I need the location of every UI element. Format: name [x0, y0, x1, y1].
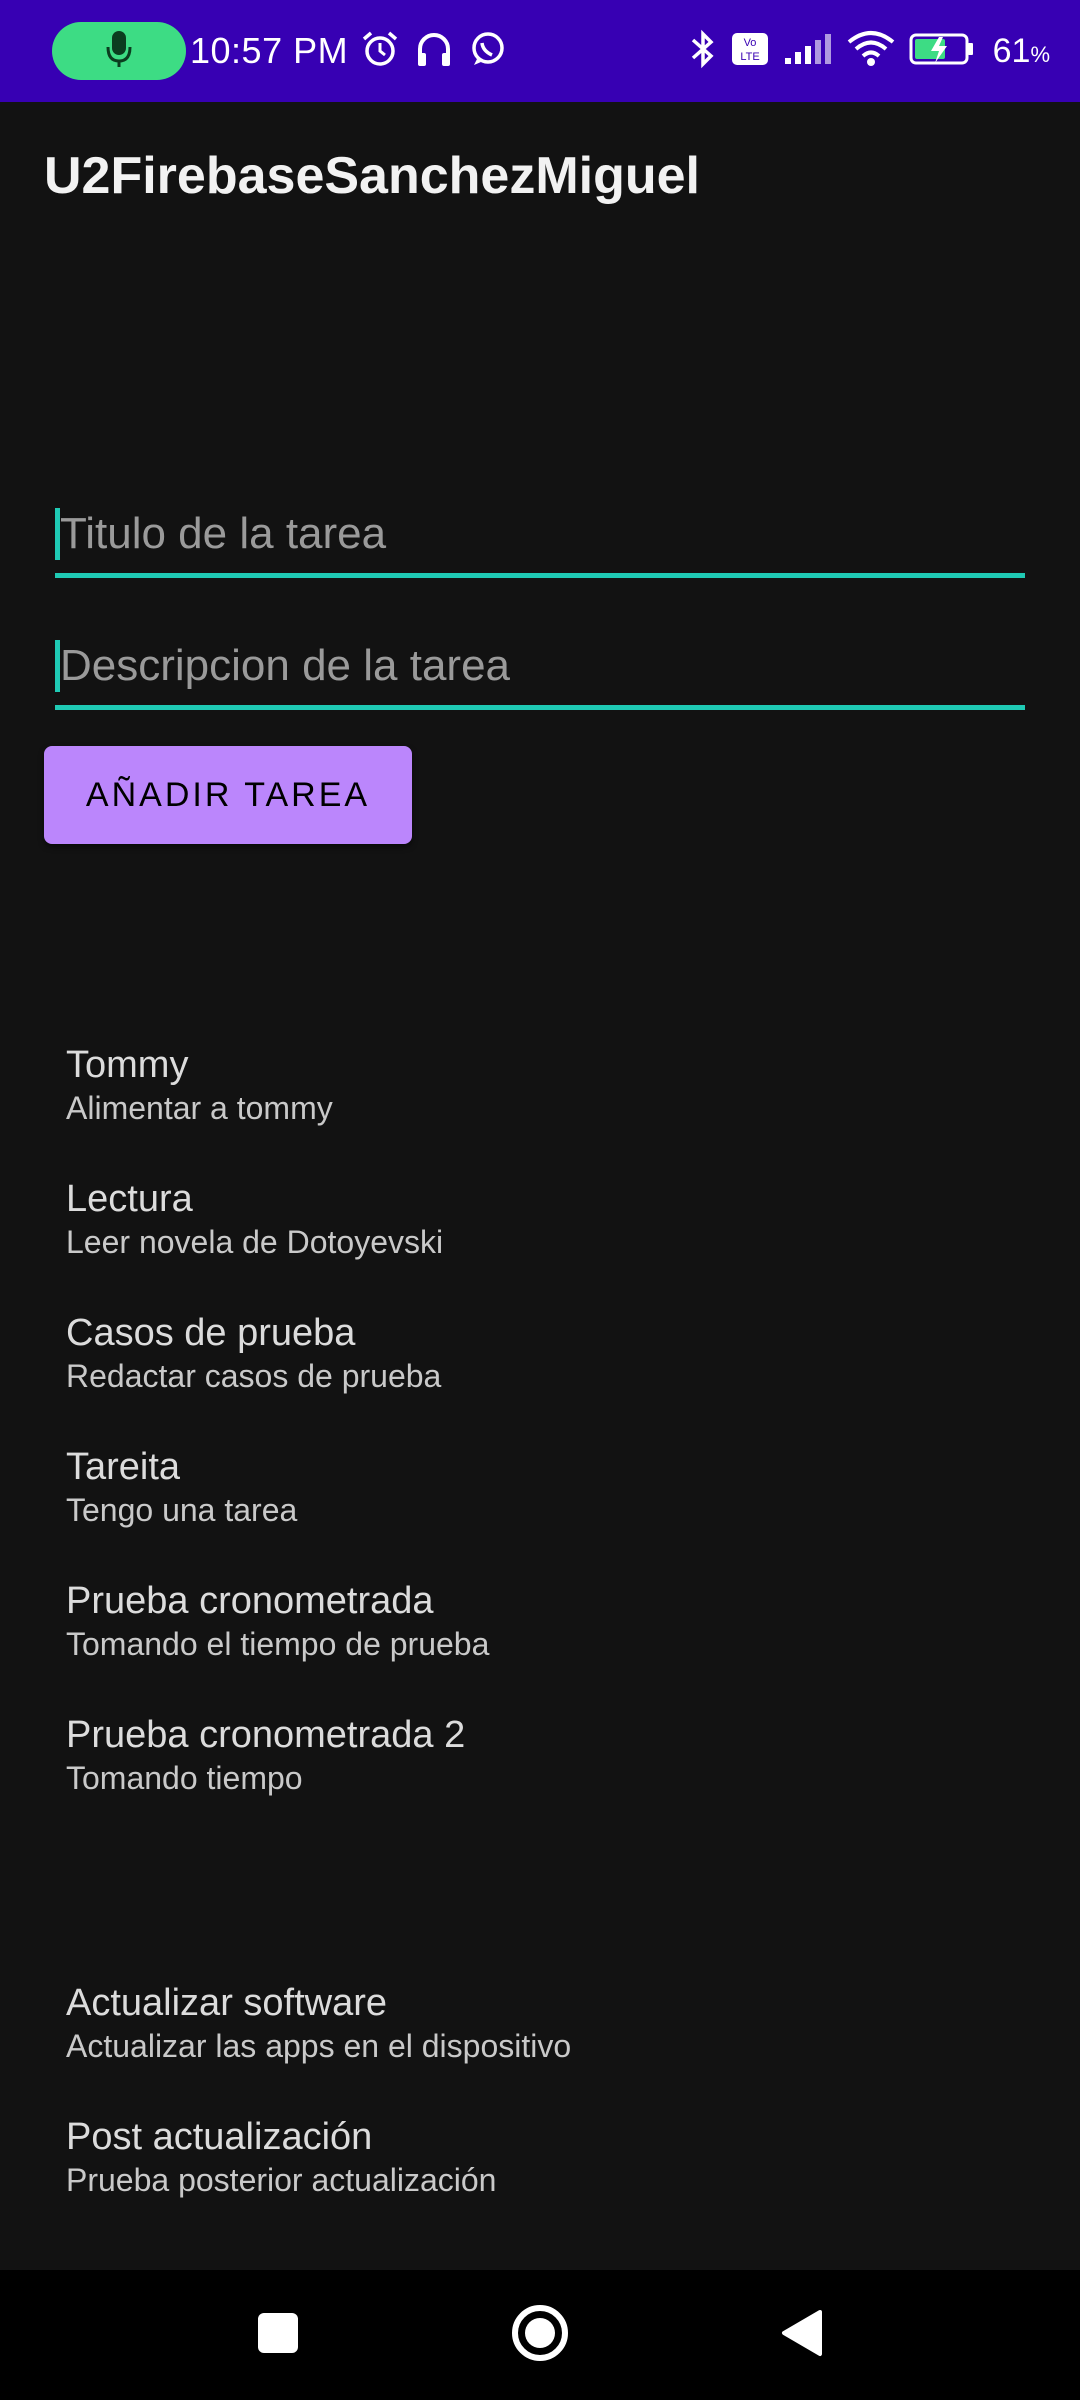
- whatsapp-icon: [468, 29, 508, 73]
- battery-charging-icon: [909, 31, 975, 71]
- list-item[interactable]: Lectura Leer novela de Dotoyevski: [66, 1176, 1006, 1262]
- task-item-description: Actualizar las apps en el dispositivo: [66, 2028, 572, 2064]
- task-item-description: Leer novela de Dotoyevski: [66, 1224, 444, 1260]
- volte-icon: Vo LTE: [731, 32, 769, 70]
- recents-square-icon[interactable]: [256, 2311, 300, 2359]
- mic-indicator[interactable]: [52, 22, 186, 80]
- list-item[interactable]: Post actualización Prueba posterior actu…: [66, 2114, 1006, 2200]
- list-item[interactable]: Prueba cronometrada 2 Tomando tiempo: [66, 1712, 1006, 1798]
- status-bar: 10:57 PM Vo LTE 61%: [0, 0, 1080, 102]
- task-item-description: Tomando tiempo: [66, 1760, 303, 1796]
- list-item[interactable]: Casos de prueba Redactar casos de prueba: [66, 1310, 1006, 1396]
- back-triangle-icon[interactable]: [780, 2308, 824, 2362]
- battery-percent: 61%: [992, 31, 1050, 70]
- home-circle-icon[interactable]: [510, 2303, 570, 2367]
- task-item-title: Tareita: [66, 1446, 181, 1488]
- bluetooth-icon: [689, 28, 717, 74]
- list-item[interactable]: Actualizar software Actualizar las apps …: [66, 1980, 1006, 2066]
- task-item-title: Prueba cronometrada: [66, 1580, 434, 1622]
- task-item-title: Tommy: [66, 1044, 189, 1086]
- task-description-input[interactable]: [60, 640, 1025, 691]
- task-item-title: Casos de prueba: [66, 1312, 356, 1354]
- svg-text:LTE: LTE: [740, 51, 759, 63]
- task-item-description: Tengo una tarea: [66, 1492, 298, 1528]
- task-item-title: Prueba cronometrada 2: [66, 1714, 466, 1756]
- svg-text:Vo: Vo: [743, 37, 756, 49]
- status-clock: 10:57 PM: [190, 30, 349, 71]
- task-item-title: Lectura: [66, 1178, 193, 1220]
- task-description-field[interactable]: [55, 626, 1025, 710]
- task-title-input[interactable]: [60, 508, 1025, 559]
- headphones-icon: [414, 29, 454, 73]
- list-item[interactable]: Tommy Alimentar a tommy: [66, 1042, 1006, 1128]
- task-item-description: Redactar casos de prueba: [66, 1358, 442, 1394]
- signal-icon: [783, 32, 833, 70]
- mic-icon: [106, 29, 132, 73]
- wifi-icon: [847, 30, 895, 72]
- list-item[interactable]: Prueba cronometrada Tomando el tiempo de…: [66, 1578, 1006, 1664]
- task-item-description: Prueba posterior actualización: [66, 2162, 497, 2198]
- task-item-description: Alimentar a tommy: [66, 1090, 333, 1126]
- add-task-button[interactable]: AÑADIR TAREA: [44, 746, 412, 844]
- task-item-title: Actualizar software: [66, 1982, 388, 2024]
- task-item-title: Post actualización: [66, 2116, 373, 2158]
- task-item-description: Tomando el tiempo de prueba: [66, 1626, 490, 1662]
- app-title: U2FirebaseSanchezMiguel: [44, 147, 700, 205]
- task-title-field[interactable]: [55, 494, 1025, 578]
- alarm-icon: [360, 29, 400, 73]
- list-item[interactable]: Tareita Tengo una tarea: [66, 1444, 1006, 1530]
- navigation-bar: [0, 2270, 1080, 2400]
